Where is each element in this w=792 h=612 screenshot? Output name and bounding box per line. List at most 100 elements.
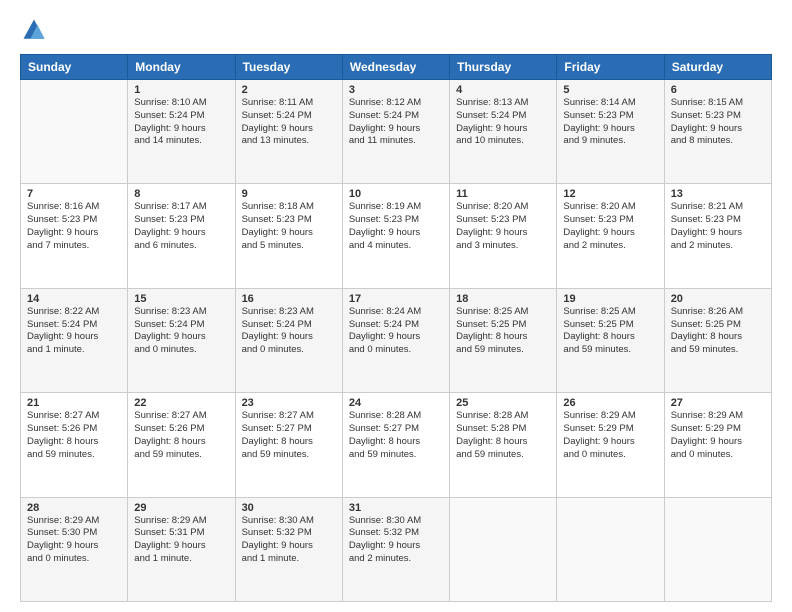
day-info: Sunrise: 8:20 AM Sunset: 5:23 PM Dayligh… [563, 201, 657, 252]
calendar-cell: 25Sunrise: 8:28 AM Sunset: 5:28 PM Dayli… [450, 393, 557, 497]
day-number: 16 [242, 293, 336, 305]
day-number: 25 [456, 397, 550, 409]
day-info: Sunrise: 8:16 AM Sunset: 5:23 PM Dayligh… [27, 201, 121, 252]
calendar-cell: 5Sunrise: 8:14 AM Sunset: 5:23 PM Daylig… [557, 80, 664, 184]
day-info: Sunrise: 8:12 AM Sunset: 5:24 PM Dayligh… [349, 97, 443, 148]
day-number: 21 [27, 397, 121, 409]
day-info: Sunrise: 8:19 AM Sunset: 5:23 PM Dayligh… [349, 201, 443, 252]
calendar-cell: 31Sunrise: 8:30 AM Sunset: 5:32 PM Dayli… [342, 497, 449, 601]
calendar-cell: 9Sunrise: 8:18 AM Sunset: 5:23 PM Daylig… [235, 184, 342, 288]
day-info: Sunrise: 8:11 AM Sunset: 5:24 PM Dayligh… [242, 97, 336, 148]
calendar-cell [557, 497, 664, 601]
logo [20, 16, 52, 44]
calendar-cell: 11Sunrise: 8:20 AM Sunset: 5:23 PM Dayli… [450, 184, 557, 288]
day-number: 17 [349, 293, 443, 305]
calendar-week-row: 14Sunrise: 8:22 AM Sunset: 5:24 PM Dayli… [21, 288, 772, 392]
day-info: Sunrise: 8:30 AM Sunset: 5:32 PM Dayligh… [349, 515, 443, 566]
day-number: 28 [27, 502, 121, 514]
calendar-cell: 28Sunrise: 8:29 AM Sunset: 5:30 PM Dayli… [21, 497, 128, 601]
calendar-cell: 12Sunrise: 8:20 AM Sunset: 5:23 PM Dayli… [557, 184, 664, 288]
calendar-cell: 26Sunrise: 8:29 AM Sunset: 5:29 PM Dayli… [557, 393, 664, 497]
day-number: 30 [242, 502, 336, 514]
weekday-header: Sunday [21, 55, 128, 80]
weekday-header: Saturday [664, 55, 771, 80]
day-info: Sunrise: 8:25 AM Sunset: 5:25 PM Dayligh… [456, 306, 550, 357]
day-info: Sunrise: 8:30 AM Sunset: 5:32 PM Dayligh… [242, 515, 336, 566]
calendar-cell: 23Sunrise: 8:27 AM Sunset: 5:27 PM Dayli… [235, 393, 342, 497]
calendar-cell: 24Sunrise: 8:28 AM Sunset: 5:27 PM Dayli… [342, 393, 449, 497]
day-info: Sunrise: 8:22 AM Sunset: 5:24 PM Dayligh… [27, 306, 121, 357]
calendar-cell: 17Sunrise: 8:24 AM Sunset: 5:24 PM Dayli… [342, 288, 449, 392]
day-info: Sunrise: 8:29 AM Sunset: 5:30 PM Dayligh… [27, 515, 121, 566]
day-number: 8 [134, 188, 228, 200]
day-info: Sunrise: 8:23 AM Sunset: 5:24 PM Dayligh… [242, 306, 336, 357]
day-info: Sunrise: 8:23 AM Sunset: 5:24 PM Dayligh… [134, 306, 228, 357]
day-number: 11 [456, 188, 550, 200]
day-number: 1 [134, 84, 228, 96]
calendar-header-row: SundayMondayTuesdayWednesdayThursdayFrid… [21, 55, 772, 80]
day-info: Sunrise: 8:25 AM Sunset: 5:25 PM Dayligh… [563, 306, 657, 357]
day-info: Sunrise: 8:29 AM Sunset: 5:29 PM Dayligh… [563, 410, 657, 461]
day-number: 9 [242, 188, 336, 200]
day-number: 23 [242, 397, 336, 409]
calendar-cell: 30Sunrise: 8:30 AM Sunset: 5:32 PM Dayli… [235, 497, 342, 601]
calendar-cell: 6Sunrise: 8:15 AM Sunset: 5:23 PM Daylig… [664, 80, 771, 184]
calendar-cell: 18Sunrise: 8:25 AM Sunset: 5:25 PM Dayli… [450, 288, 557, 392]
weekday-header: Wednesday [342, 55, 449, 80]
day-number: 27 [671, 397, 765, 409]
day-number: 12 [563, 188, 657, 200]
page: SundayMondayTuesdayWednesdayThursdayFrid… [0, 0, 792, 612]
day-info: Sunrise: 8:26 AM Sunset: 5:25 PM Dayligh… [671, 306, 765, 357]
day-info: Sunrise: 8:28 AM Sunset: 5:27 PM Dayligh… [349, 410, 443, 461]
day-number: 7 [27, 188, 121, 200]
day-number: 18 [456, 293, 550, 305]
day-number: 4 [456, 84, 550, 96]
logo-icon [20, 16, 48, 44]
calendar-cell: 2Sunrise: 8:11 AM Sunset: 5:24 PM Daylig… [235, 80, 342, 184]
calendar-cell: 13Sunrise: 8:21 AM Sunset: 5:23 PM Dayli… [664, 184, 771, 288]
calendar-cell: 8Sunrise: 8:17 AM Sunset: 5:23 PM Daylig… [128, 184, 235, 288]
day-number: 3 [349, 84, 443, 96]
day-number: 26 [563, 397, 657, 409]
calendar-week-row: 28Sunrise: 8:29 AM Sunset: 5:30 PM Dayli… [21, 497, 772, 601]
day-number: 22 [134, 397, 228, 409]
day-info: Sunrise: 8:21 AM Sunset: 5:23 PM Dayligh… [671, 201, 765, 252]
header [20, 16, 772, 44]
day-info: Sunrise: 8:15 AM Sunset: 5:23 PM Dayligh… [671, 97, 765, 148]
calendar-week-row: 21Sunrise: 8:27 AM Sunset: 5:26 PM Dayli… [21, 393, 772, 497]
calendar-week-row: 7Sunrise: 8:16 AM Sunset: 5:23 PM Daylig… [21, 184, 772, 288]
calendar-cell: 22Sunrise: 8:27 AM Sunset: 5:26 PM Dayli… [128, 393, 235, 497]
calendar-cell: 19Sunrise: 8:25 AM Sunset: 5:25 PM Dayli… [557, 288, 664, 392]
day-info: Sunrise: 8:18 AM Sunset: 5:23 PM Dayligh… [242, 201, 336, 252]
calendar-cell: 15Sunrise: 8:23 AM Sunset: 5:24 PM Dayli… [128, 288, 235, 392]
calendar-cell: 3Sunrise: 8:12 AM Sunset: 5:24 PM Daylig… [342, 80, 449, 184]
day-number: 2 [242, 84, 336, 96]
calendar-cell: 16Sunrise: 8:23 AM Sunset: 5:24 PM Dayli… [235, 288, 342, 392]
day-number: 15 [134, 293, 228, 305]
calendar-cell: 29Sunrise: 8:29 AM Sunset: 5:31 PM Dayli… [128, 497, 235, 601]
calendar-week-row: 1Sunrise: 8:10 AM Sunset: 5:24 PM Daylig… [21, 80, 772, 184]
day-info: Sunrise: 8:29 AM Sunset: 5:29 PM Dayligh… [671, 410, 765, 461]
weekday-header: Tuesday [235, 55, 342, 80]
day-number: 20 [671, 293, 765, 305]
weekday-header: Friday [557, 55, 664, 80]
calendar-cell [664, 497, 771, 601]
day-info: Sunrise: 8:24 AM Sunset: 5:24 PM Dayligh… [349, 306, 443, 357]
weekday-header: Monday [128, 55, 235, 80]
calendar-cell: 27Sunrise: 8:29 AM Sunset: 5:29 PM Dayli… [664, 393, 771, 497]
calendar-cell [21, 80, 128, 184]
calendar-cell: 21Sunrise: 8:27 AM Sunset: 5:26 PM Dayli… [21, 393, 128, 497]
day-number: 5 [563, 84, 657, 96]
calendar-cell [450, 497, 557, 601]
weekday-header: Thursday [450, 55, 557, 80]
day-info: Sunrise: 8:27 AM Sunset: 5:27 PM Dayligh… [242, 410, 336, 461]
day-number: 29 [134, 502, 228, 514]
calendar-cell: 10Sunrise: 8:19 AM Sunset: 5:23 PM Dayli… [342, 184, 449, 288]
calendar: SundayMondayTuesdayWednesdayThursdayFrid… [20, 54, 772, 602]
calendar-cell: 4Sunrise: 8:13 AM Sunset: 5:24 PM Daylig… [450, 80, 557, 184]
day-number: 10 [349, 188, 443, 200]
day-info: Sunrise: 8:17 AM Sunset: 5:23 PM Dayligh… [134, 201, 228, 252]
day-number: 24 [349, 397, 443, 409]
day-number: 6 [671, 84, 765, 96]
day-info: Sunrise: 8:10 AM Sunset: 5:24 PM Dayligh… [134, 97, 228, 148]
